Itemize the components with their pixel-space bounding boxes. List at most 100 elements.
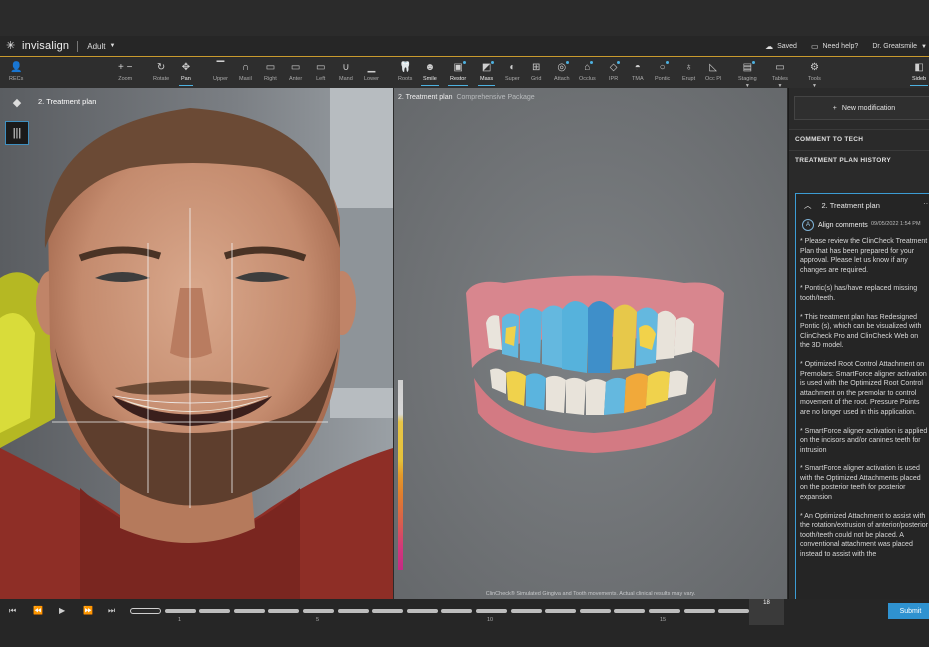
stage-segment[interactable]	[441, 609, 473, 613]
treatment-plan-history-section[interactable]: TREATMENT PLAN HISTORY	[789, 150, 929, 170]
user-menu[interactable]: Dr. Greatsmile ▼	[872, 43, 927, 50]
stage-segment[interactable]	[337, 609, 369, 613]
clincheck-app: ✳ invisalign Adult ▼ ☁ Saved ▭ Need help…	[0, 0, 929, 647]
anterior-view-button[interactable]: ▭ Anter	[289, 58, 302, 88]
stage-timeline: ⏮ ⏪ ▶ ⏩ ⏭ 1 5 10 15 18 Submit	[0, 599, 929, 647]
stage-segment[interactable]	[579, 609, 611, 613]
new-modification-button[interactable]: + New modification	[794, 96, 929, 120]
comment-paragraph: * SmartForce aligner activation is appli…	[800, 427, 928, 454]
stage-tick-label: 10	[487, 617, 494, 623]
recs-button[interactable]: 👤 RECs	[9, 58, 23, 88]
anter-label: Anter	[289, 76, 303, 82]
indicator-dot	[590, 61, 594, 64]
eruption-icon: ♁	[684, 62, 693, 73]
current-stage-box[interactable]: 18	[749, 599, 784, 625]
stage-segment[interactable]	[718, 609, 750, 613]
staging-menu[interactable]: ▤ Staging ▼	[738, 58, 757, 89]
stage-segment[interactable]	[233, 609, 265, 613]
chat-icon: ▭	[810, 42, 819, 51]
top-actions: ☁ Saved ▭ Need help? Dr. Greatsmile ▼	[765, 36, 929, 57]
grid-toggle[interactable]: ⊞ Grid	[531, 58, 541, 88]
rotate-button[interactable]: ↻ Rotate	[153, 58, 169, 88]
stage-segment[interactable]	[683, 609, 715, 613]
right-view-icon: ▭	[265, 62, 276, 73]
stage-segment[interactable]	[268, 609, 300, 613]
comment-paragraph: * This treatment plan has Redesigned Pon…	[800, 313, 922, 350]
skip-to-start-icon[interactable]: ⏮	[9, 606, 16, 616]
upper-jaw-icon: ▔	[216, 62, 225, 73]
pan-button[interactable]: ✥ Pan	[179, 58, 193, 88]
stage-segment[interactable]	[545, 609, 577, 613]
smile-toggle[interactable]: ☻ Smile	[421, 58, 439, 88]
stage-segment[interactable]	[406, 609, 438, 613]
maxil-label: Maxil	[239, 76, 252, 82]
card-header[interactable]: ︿ 2. Treatment plan ···	[796, 194, 929, 216]
mandibular-view-button[interactable]: ∪ Mand	[339, 58, 353, 88]
occlusal-plane-icon: ◺	[709, 62, 717, 73]
tma-toggle[interactable]: ◓ TMA	[632, 58, 644, 88]
zoom-button[interactable]: + − Zoom	[118, 58, 132, 88]
pontic-toggle[interactable]: ○ Pontic	[655, 58, 670, 88]
patient-photo	[0, 88, 393, 599]
brand-divider	[77, 40, 79, 52]
comment-to-tech-section[interactable]: COMMENT TO TECH	[789, 129, 929, 149]
grid-icon: ⊞	[532, 62, 541, 73]
comment-header: A Align comments 09/05/2022 1:54 PM	[796, 218, 929, 232]
indicator-dot	[566, 61, 570, 64]
stage-segment[interactable]	[476, 609, 507, 613]
stage-segment[interactable]	[199, 609, 231, 613]
lower-view-button[interactable]: ▁ Lower	[364, 58, 379, 88]
more-options-icon[interactable]: ···	[923, 199, 929, 208]
top-bar: ✳ invisalign Adult ▼ ☁ Saved ▭ Need help…	[0, 36, 929, 57]
help-button[interactable]: ▭ Need help?	[811, 42, 858, 51]
brand: ✳ invisalign	[6, 40, 69, 52]
3d-model-viewer[interactable]: 2. Treatment planComprehensive Package	[394, 88, 787, 599]
mass-toggle[interactable]: ◩ Mass	[477, 58, 496, 88]
patient-type-dropdown[interactable]: Adult ▼	[87, 42, 115, 51]
stage-segment[interactable]	[130, 608, 161, 614]
layer-tool-button[interactable]: ◆	[9, 96, 25, 112]
new-modification-label: New modification	[841, 104, 896, 112]
maxillary-arch-icon: ∩	[241, 62, 250, 73]
lower-label: Lower	[364, 76, 379, 82]
attachments-toggle[interactable]: ◎ Attach	[554, 58, 570, 88]
eruption-toggle[interactable]: ♁ Erupt	[682, 58, 695, 88]
roots-toggle[interactable]: 🦷 Roots	[398, 58, 412, 88]
chevron-down-icon: ▼	[109, 43, 116, 49]
restorations-toggle[interactable]: ▣ Restor	[447, 58, 469, 88]
stage-segment[interactable]	[649, 609, 680, 613]
stage-segment[interactable]	[303, 609, 334, 613]
sidebar-toggle[interactable]: ◧ Sideb	[909, 58, 929, 88]
super-label: Super	[505, 76, 520, 82]
midline-tool-button[interactable]: |||	[5, 121, 29, 145]
skip-to-end-icon[interactable]: ⏭	[108, 606, 115, 616]
step-back-icon[interactable]: ⏪	[33, 606, 43, 615]
patient-photo-panel[interactable]: ◆ ||| 2. Treatment plan	[0, 88, 393, 599]
stage-segment[interactable]	[614, 609, 646, 613]
tables-menu[interactable]: ▭ Tables ▼	[772, 58, 788, 89]
occlusal-plane-toggle[interactable]: ◺ Occ Pl	[705, 58, 721, 88]
zoom-plus-minus-icon: + −	[118, 62, 133, 73]
recs-label: RECs	[9, 76, 24, 82]
superimpose-toggle[interactable]: ◐ Super	[505, 58, 520, 88]
superimpose-icon: ◐	[509, 62, 516, 73]
step-forward-icon[interactable]: ⏩	[83, 606, 93, 615]
comment-paragraph: * Please review the ClinCheck Treatment …	[800, 238, 928, 274]
mand-label: Mand	[339, 76, 353, 82]
indicator-dot	[752, 61, 756, 64]
stage-segment[interactable]	[510, 609, 542, 613]
stage-segment[interactable]	[372, 609, 404, 613]
tools-menu[interactable]: ⚙ Tools ▼	[808, 58, 821, 89]
stage-segment[interactable]	[164, 609, 196, 613]
ipr-toggle[interactable]: ◇ IPR	[609, 58, 621, 88]
help-label: Need help?	[822, 43, 859, 50]
play-icon[interactable]: ▶	[59, 606, 65, 615]
submit-button[interactable]: Submit	[888, 603, 929, 619]
occlusion-toggle[interactable]: ⌂ Occlus	[579, 58, 596, 88]
upper-view-button[interactable]: ▔ Upper	[213, 58, 228, 88]
maxillary-view-button[interactable]: ∩ Maxil	[239, 58, 252, 88]
staging-icon: ▤	[743, 60, 756, 75]
right-view-button[interactable]: ▭ Right	[264, 58, 277, 88]
tma-label: TMA	[632, 76, 644, 82]
left-view-button[interactable]: ▭ Left	[316, 58, 325, 88]
